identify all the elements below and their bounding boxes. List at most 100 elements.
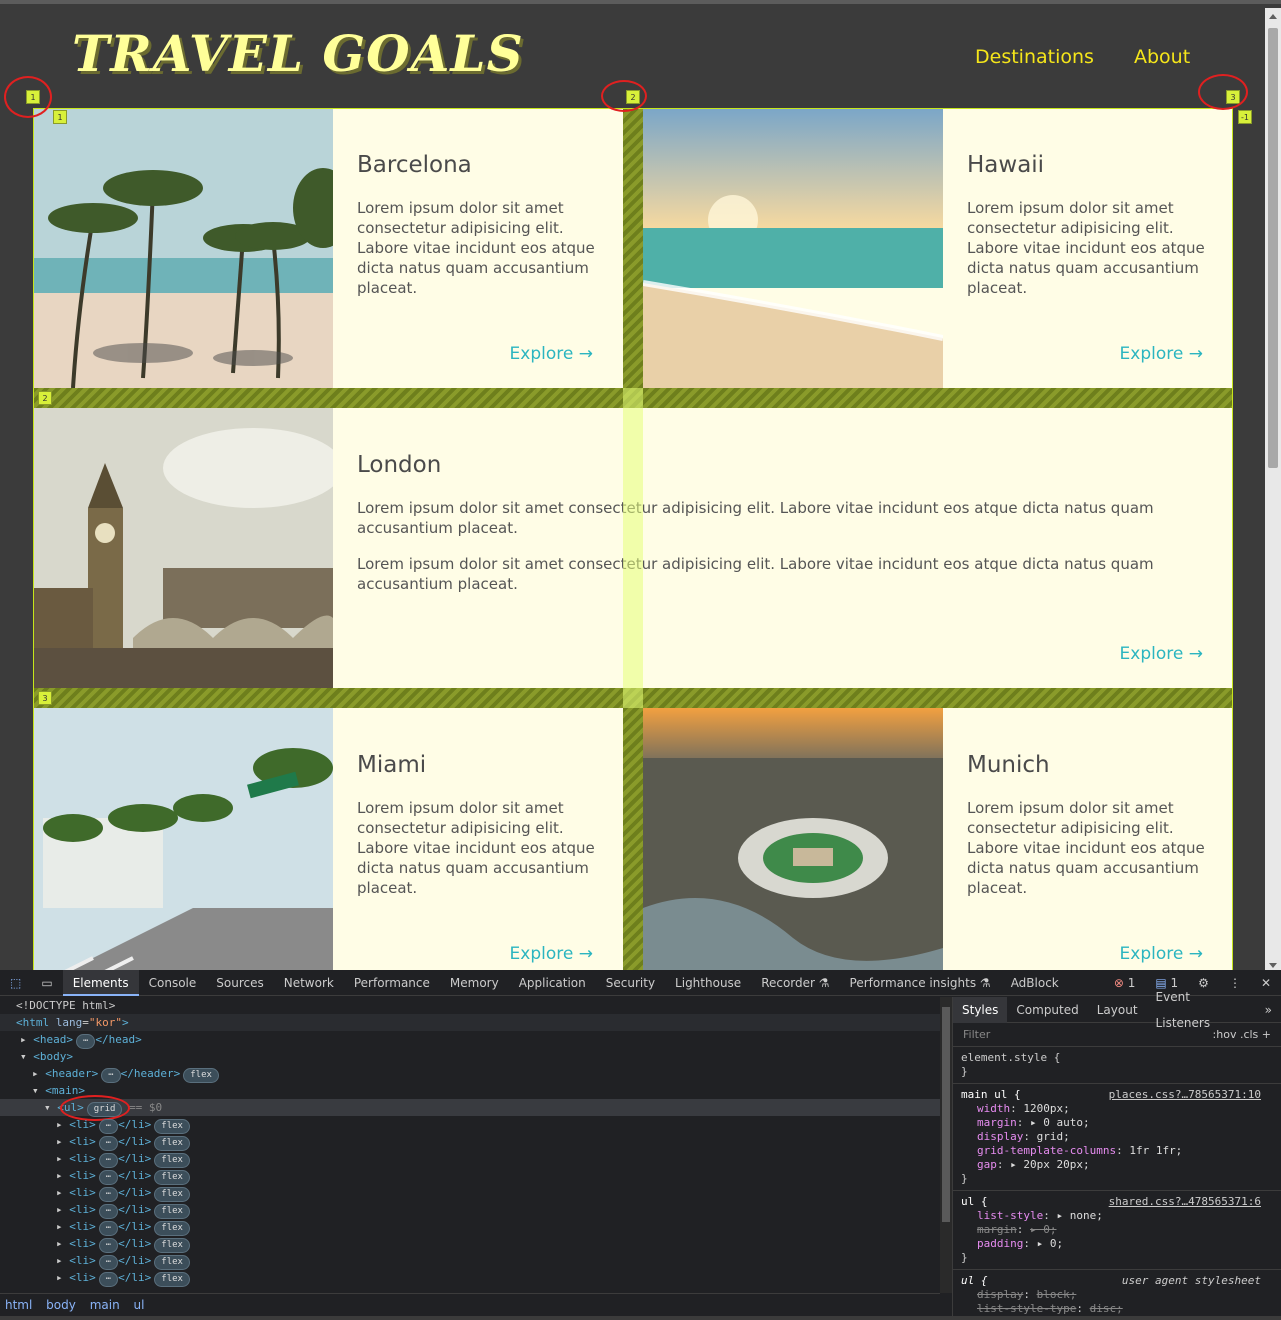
ellipsis[interactable]: ⋯ xyxy=(98,1238,119,1253)
tab-memory[interactable]: Memory xyxy=(440,970,509,996)
dom-li[interactable]: ▸ <li> ⋯ </li> flex xyxy=(0,1269,940,1287)
ellipsis[interactable]: ⋯ xyxy=(98,1255,119,1270)
css-property[interactable]: display: block; xyxy=(961,1288,1273,1302)
explore-link[interactable]: Explore → xyxy=(510,344,593,364)
explore-link[interactable]: Explore → xyxy=(1120,344,1203,364)
filter-tools[interactable]: :hov .cls + xyxy=(1213,1023,1271,1047)
dom-head[interactable]: ▸ <head> ⋯ </head> xyxy=(0,1031,940,1049)
li-close: </li> xyxy=(118,1169,152,1182)
dom-header[interactable]: ▸ <header> ⋯ </header> flex xyxy=(0,1065,940,1083)
prop-name: grid-template-columns xyxy=(977,1144,1117,1157)
tab-styles[interactable]: Styles xyxy=(953,996,1008,1023)
flex-badge[interactable]: flex xyxy=(154,1221,190,1236)
explore-link[interactable]: Explore → xyxy=(1120,944,1203,964)
flex-badge[interactable]: flex xyxy=(154,1153,190,1168)
ellipsis[interactable]: ⋯ xyxy=(98,1170,119,1185)
scroll-up-icon[interactable] xyxy=(1269,14,1277,19)
dom-li[interactable]: ▸ <li> ⋯ </li> flex xyxy=(0,1150,940,1168)
flex-badge[interactable]: flex xyxy=(154,1170,190,1185)
ellipsis[interactable]: ⋯ xyxy=(98,1272,119,1287)
hawaii-image xyxy=(643,108,943,388)
tab-sources[interactable]: Sources xyxy=(206,970,273,996)
dom-li[interactable]: ▸ <li> ⋯ </li> flex xyxy=(0,1252,940,1270)
dom-scrollbar-thumb[interactable] xyxy=(942,1007,950,1222)
flex-badge[interactable]: flex xyxy=(154,1272,190,1287)
flex-badge[interactable]: flex xyxy=(154,1187,190,1202)
tab-layout[interactable]: Layout xyxy=(1088,997,1147,1023)
flex-badge[interactable]: flex xyxy=(154,1238,190,1253)
tab-elements[interactable]: Elements xyxy=(62,969,139,996)
css-property[interactable]: display: grid; xyxy=(961,1130,1273,1144)
ellipsis[interactable]: ⋯ xyxy=(98,1187,119,1202)
dom-li[interactable]: ▸ <li> ⋯ </li> flex xyxy=(0,1116,940,1134)
more-tabs-icon[interactable]: » xyxy=(1256,997,1281,1023)
tab-network[interactable]: Network xyxy=(274,970,344,996)
tab-application[interactable]: Application xyxy=(509,970,596,996)
dom-li[interactable]: ▸ <li> ⋯ </li> flex xyxy=(0,1184,940,1202)
breadcrumb-body[interactable]: body xyxy=(41,1298,81,1312)
tab-performance-insights[interactable]: Performance insights ⚗ xyxy=(840,970,1001,996)
breadcrumb-html[interactable]: html xyxy=(0,1298,37,1312)
card-body: Munich Lorem ipsum dolor sit amet consec… xyxy=(943,708,1233,970)
dom-li[interactable]: ▸ <li> ⋯ </li> flex xyxy=(0,1201,940,1219)
tab-computed[interactable]: Computed xyxy=(1007,997,1087,1023)
ellipsis[interactable]: ⋯ xyxy=(98,1136,119,1151)
flex-badge[interactable]: flex xyxy=(154,1136,190,1151)
flex-badge[interactable]: flex xyxy=(183,1068,219,1083)
scrollbar-thumb[interactable] xyxy=(1268,28,1278,468)
ellipsis[interactable]: ⋯ xyxy=(98,1204,119,1219)
css-property[interactable]: grid-template-columns: 1fr 1fr; xyxy=(961,1144,1273,1158)
nav-about[interactable]: About xyxy=(1134,46,1190,68)
styles-filter-input[interactable]: Filter:hov .cls + xyxy=(953,1023,1281,1047)
css-property[interactable]: list-style: ▸ none; xyxy=(961,1209,1273,1223)
annotation-circle xyxy=(601,80,647,112)
tab-performance[interactable]: Performance xyxy=(344,970,440,996)
dom-li[interactable]: ▸ <li> ⋯ </li> flex xyxy=(0,1133,940,1151)
ellipsis[interactable]: ⋯ xyxy=(98,1153,119,1168)
css-property[interactable]: gap: ▸ 20px 20px; xyxy=(961,1158,1273,1172)
ellipsis[interactable]: ⋯ xyxy=(98,1119,119,1134)
flex-badge[interactable]: flex xyxy=(154,1255,190,1270)
css-property[interactable]: list-style-type: disc; xyxy=(961,1302,1273,1316)
tab-console[interactable]: Console xyxy=(139,970,207,996)
tab-recorder[interactable]: Recorder ⚗ xyxy=(751,970,839,996)
ellipsis[interactable]: ⋯ xyxy=(98,1221,119,1236)
flex-badge[interactable]: flex xyxy=(154,1204,190,1219)
tab-adblock[interactable]: AdBlock xyxy=(1001,970,1069,996)
css-property[interactable]: padding: ▸ 0; xyxy=(961,1237,1273,1251)
tab-lighthouse[interactable]: Lighthouse xyxy=(665,970,751,996)
ellipsis[interactable]: ⋯ xyxy=(101,1068,121,1083)
li-close: </li> xyxy=(118,1254,152,1267)
breadcrumb-ul[interactable]: ul xyxy=(129,1298,150,1312)
dom-li[interactable]: ▸ <li> ⋯ </li> flex xyxy=(0,1167,940,1185)
site-logo[interactable]: TRAVEL GOALS xyxy=(72,24,524,83)
error-badge[interactable]: ⊗ 1 xyxy=(1104,970,1146,996)
nav-destinations[interactable]: Destinations xyxy=(975,46,1094,68)
inspect-icon[interactable]: ⬚ xyxy=(0,970,31,996)
dom-ul-selected[interactable]: ▾ <ul> grid == $0 xyxy=(0,1095,940,1121)
header-close: </header> xyxy=(120,1067,181,1080)
li-tag: <li> xyxy=(69,1237,96,1250)
dom-li[interactable]: ▸ <li> ⋯ </li> flex xyxy=(0,1218,940,1236)
card-title: Munich xyxy=(967,752,1050,778)
dom-doctype[interactable]: <!DOCTYPE html> xyxy=(0,997,940,1014)
device-toggle-icon[interactable]: ▭ xyxy=(31,970,62,996)
page-scrollbar[interactable] xyxy=(1265,8,1281,970)
css-property[interactable]: margin: ▸ 0 auto; xyxy=(961,1116,1273,1130)
explore-link[interactable]: Explore → xyxy=(1120,644,1203,664)
explore-link[interactable]: Explore → xyxy=(510,944,593,964)
dom-html[interactable]: <html lang="kor"> xyxy=(0,1014,940,1031)
dom-body[interactable]: ▾ <body> xyxy=(0,1048,940,1065)
flex-badge[interactable]: flex xyxy=(154,1119,190,1134)
dom-li[interactable]: ▸ <li> ⋯ </li> flex xyxy=(0,1235,940,1253)
css-property[interactable]: width: 1200px; xyxy=(961,1102,1273,1116)
rule-source-link[interactable]: shared.css?…478565371:6 xyxy=(1109,1195,1261,1209)
dom-main[interactable]: ▾ <main> xyxy=(0,1082,940,1099)
rule-source-link[interactable]: places.css?…78565371:10 xyxy=(1109,1088,1261,1102)
dom-scrollbar[interactable] xyxy=(940,997,952,1293)
tab-security[interactable]: Security xyxy=(596,970,665,996)
css-property[interactable]: margin: ▸ 0; xyxy=(961,1223,1273,1237)
scroll-down-icon[interactable] xyxy=(1269,963,1277,968)
ellipsis[interactable]: ⋯ xyxy=(76,1034,96,1049)
breadcrumb-main[interactable]: main xyxy=(85,1298,125,1312)
